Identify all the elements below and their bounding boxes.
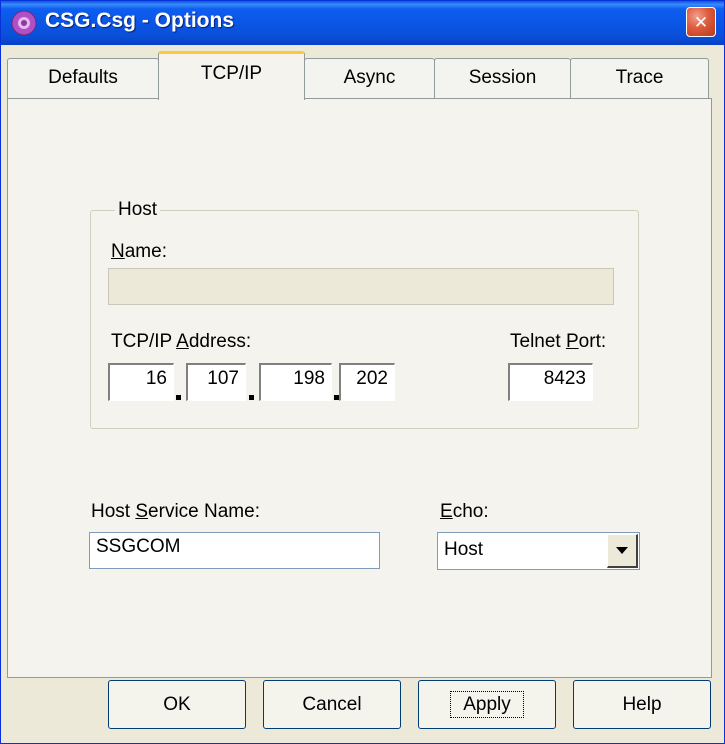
ip-octet-1[interactable]: 16 [108,363,174,401]
host-service-name-input[interactable]: SSGCOM [89,532,380,569]
echo-dropdown-button[interactable] [607,534,638,568]
title-bar[interactable]: CSG.Csg - Options ✕ [1,1,724,45]
tab-trace[interactable]: Trace [570,58,709,99]
telnet-port-input[interactable]: 8423 [508,363,593,401]
close-button[interactable]: ✕ [686,7,716,37]
chevron-down-icon [616,546,628,554]
ok-button[interactable]: OK [108,680,246,729]
echo-select[interactable]: Host [437,532,640,570]
echo-selected-value: Host [444,539,484,560]
name-label: Name: [111,241,167,262]
tab-defaults[interactable]: Defaults [7,58,159,99]
tab-session[interactable]: Session [434,58,571,99]
ip-octet-3[interactable]: 198 [259,363,332,401]
tab-async[interactable]: Async [304,58,435,99]
window-title: CSG.Csg - Options [45,9,234,32]
ip-octet-4[interactable]: 202 [339,363,395,401]
ip-octet-2[interactable]: 107 [186,363,246,401]
ip-separator-dot [249,395,254,400]
ip-separator-dot [176,395,181,400]
telnet-port-label: Telnet Port: [510,331,607,352]
tcpip-address-label: TCP/IP Address: [111,331,252,352]
tab-tcpip[interactable]: TCP/IP [158,51,305,100]
host-name-input[interactable] [108,268,614,305]
close-icon: ✕ [693,12,709,32]
host-group-label: Host [115,199,161,221]
apply-button[interactable]: Apply [418,680,556,729]
echo-label: Echo: [440,501,489,522]
host-service-name-label: Host Service Name: [91,501,260,522]
app-icon [11,10,37,36]
help-button[interactable]: Help [573,680,711,729]
options-dialog: CSG.Csg - Options ✕ Defaults TCP/IP Asyn… [0,0,725,744]
cancel-button[interactable]: Cancel [263,680,401,729]
